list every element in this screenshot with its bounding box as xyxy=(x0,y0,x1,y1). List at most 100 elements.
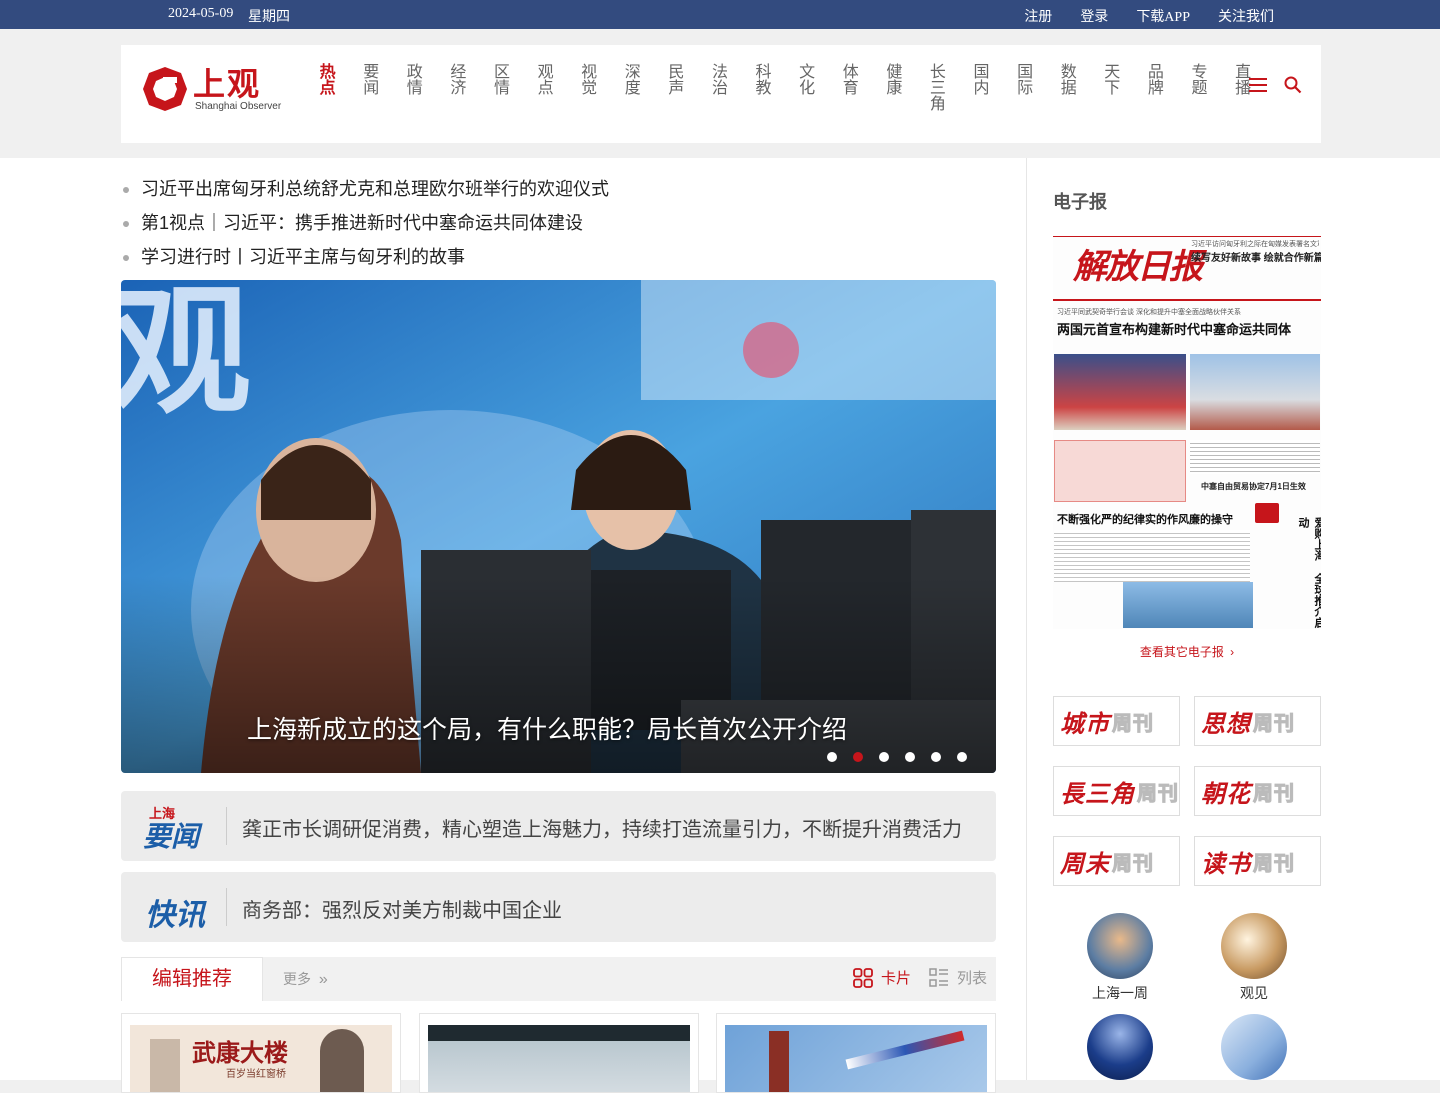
carousel-dot[interactable] xyxy=(827,752,837,762)
weekly-name: 長三角 xyxy=(1060,781,1135,808)
nav-item-world[interactable]: 天下 xyxy=(1076,63,1120,111)
headline-item[interactable]: 学习进行时丨习近平主席与匈牙利的故事 xyxy=(121,240,996,274)
register-link[interactable]: 注册 xyxy=(1024,6,1052,26)
recommend-more-link[interactable]: 更多 » xyxy=(283,969,328,989)
site-logo[interactable]: 上观 Shanghai Observer xyxy=(143,63,281,115)
nav-item-law[interactable]: 法治 xyxy=(683,63,727,111)
carousel-dots xyxy=(827,752,967,762)
epaper-text-block xyxy=(1190,440,1320,474)
nav-item-district[interactable]: 区情 xyxy=(465,63,509,111)
weekly-reading[interactable]: 读书 周刊 xyxy=(1194,836,1321,886)
card-view-toggle[interactable]: 卡片 xyxy=(853,967,911,988)
thumb-tower xyxy=(769,1031,789,1092)
carousel-dot[interactable] xyxy=(905,752,915,762)
weekly-kan: 周刊 xyxy=(1137,782,1179,805)
carousel-dot[interactable] xyxy=(957,752,967,762)
search-icon[interactable] xyxy=(1284,76,1302,94)
epaper-top-headline: 续写友好新故事 绘就合作新篇章 xyxy=(1191,253,1321,264)
recommend-card[interactable] xyxy=(716,1013,996,1093)
double-chevron-right-icon: » xyxy=(318,971,328,988)
nav-item-data[interactable]: 数据 xyxy=(1032,63,1076,111)
thumb-subtitle: 百岁当红窗桥 xyxy=(226,1069,286,1080)
guanjian-thumb xyxy=(1221,913,1287,979)
shanghai-news-bar[interactable]: 上海 要闻 龚正市长调研促消费，精心塑造上海魅力，持续打造流量引力，不断提升消费… xyxy=(121,791,996,861)
list-view-toggle[interactable]: 列表 xyxy=(929,967,987,988)
nav-item-depth[interactable]: 深度 xyxy=(596,63,640,111)
recommend-card[interactable] xyxy=(419,1013,699,1093)
carousel-caption[interactable]: 上海新成立的这个局，有什么职能？局长首次公开介绍 xyxy=(247,710,847,746)
newsbar-text[interactable]: 商务部：强烈反对美方制裁中国企业 xyxy=(242,894,562,923)
login-link[interactable]: 登录 xyxy=(1080,6,1108,26)
epaper-lower-text xyxy=(1054,530,1250,582)
other-epaper-link[interactable]: 查看其它电子报 › xyxy=(1053,643,1321,660)
tag-main: 快讯 xyxy=(145,899,205,932)
weekly-thought[interactable]: 思想 周刊 xyxy=(1194,696,1321,746)
nav-item-live[interactable]: 直播 xyxy=(1206,63,1250,111)
epaper-masthead: 解放日报 xyxy=(1073,247,1203,287)
menu-icon[interactable] xyxy=(1249,77,1267,93)
carousel-dot[interactable] xyxy=(879,752,889,762)
nav-item-politics[interactable]: 政情 xyxy=(378,63,422,111)
nav-item-science[interactable]: 科教 xyxy=(727,63,771,111)
nav-item-economy[interactable]: 经济 xyxy=(422,63,466,111)
newsbar-text[interactable]: 龚正市长调研促消费，精心塑造上海魅力，持续打造流量引力，不断提升消费活力 xyxy=(242,813,962,842)
nav-item-opinion[interactable]: 观点 xyxy=(509,63,553,111)
nav-item-visual[interactable]: 视觉 xyxy=(553,63,597,111)
headline-list: 习近平出席匈牙利总统舒尤克和总理欧尔班举行的欢迎仪式 第1视点｜习近平：携手推进… xyxy=(121,172,996,274)
download-app-link[interactable]: 下载APP xyxy=(1136,6,1190,26)
headline-item[interactable]: 第1视点｜习近平：携手推进新时代中塞命运共同体建设 xyxy=(121,206,996,240)
nav-item-culture[interactable]: 文化 xyxy=(771,63,815,111)
circle-item-4[interactable] xyxy=(1204,1014,1304,1084)
headline-item[interactable]: 习近平出席匈牙利总统舒尤克和总理欧尔班举行的欢迎仪式 xyxy=(121,172,996,206)
recommend-card[interactable]: 武康大楼 百岁当红窗桥 xyxy=(121,1013,401,1093)
weekly-kan: 周刊 xyxy=(1112,712,1154,735)
guanjian-item[interactable]: 观见 xyxy=(1204,913,1304,1003)
flash-news-bar[interactable]: 快讯 商务部：强烈反对美方制裁中国企业 xyxy=(121,872,996,942)
epaper-rule xyxy=(1053,299,1321,301)
weekly-name: 读书 xyxy=(1201,851,1251,878)
weekday-text: 星期四 xyxy=(248,10,290,25)
nav-item-domestic[interactable]: 国内 xyxy=(945,63,989,111)
epaper-lower-photo xyxy=(1123,582,1253,628)
epaper-top-small: 习近平访问匈牙利之际在匈媒发表署名文章 xyxy=(1191,241,1319,248)
card-thumbnail: 武康大楼 百岁当红窗桥 xyxy=(130,1025,392,1092)
weekly-name: 朝花 xyxy=(1201,781,1251,808)
recommend-title[interactable]: 编辑推荐 xyxy=(121,957,263,1001)
shanghai-week-item[interactable]: 上海一周 xyxy=(1070,913,1170,1003)
weekly-morning-flower[interactable]: 朝花 周刊 xyxy=(1194,766,1321,816)
weekly-yangtze-delta[interactable]: 長三角 周刊 xyxy=(1053,766,1180,816)
more-label: 更多 xyxy=(283,971,311,987)
circle-item-3[interactable] xyxy=(1070,1014,1170,1084)
list-label: 列表 xyxy=(957,970,988,987)
nav-item-brand[interactable]: 品牌 xyxy=(1119,63,1163,111)
nav-item-people[interactable]: 民声 xyxy=(640,63,684,111)
weekly-name: 思想 xyxy=(1201,711,1251,738)
nav-item-hot[interactable]: 热点 xyxy=(291,63,335,111)
circle-thumb xyxy=(1087,1014,1153,1080)
weekly-weekend[interactable]: 周末 周刊 xyxy=(1053,836,1180,886)
hero-carousel[interactable]: 观 上海新成立的这个局，有什么职能？局长首次公开介绍 xyxy=(121,280,996,773)
other-epaper-label: 查看其它电子报 xyxy=(1139,645,1224,659)
carousel-dot-active[interactable] xyxy=(853,752,863,762)
nav-item-yangtze-delta[interactable]: 长三角 xyxy=(901,63,945,111)
nav-item-sports[interactable]: 体育 xyxy=(814,63,858,111)
epaper-front-page[interactable]: 解放日报 习近平访问匈牙利之际在匈媒发表署名文章 续写友好新故事 绘就合作新篇章… xyxy=(1053,236,1321,629)
nav-item-news[interactable]: 要闻 xyxy=(335,63,379,111)
epaper-red-box xyxy=(1054,440,1186,502)
nav-item-topics[interactable]: 专题 xyxy=(1163,63,1207,111)
main-nav: 热点 要闻 政情 经济 区情 观点 视觉 深度 民声 法治 科教 文化 体育 健… xyxy=(291,63,1250,111)
epaper-photo-left xyxy=(1054,354,1186,430)
weekly-name: 城市 xyxy=(1060,711,1110,738)
nav-item-international[interactable]: 国际 xyxy=(989,63,1033,111)
carousel-dot[interactable] xyxy=(931,752,941,762)
logo-chinese: 上观 xyxy=(193,65,262,103)
chevron-right-icon: › xyxy=(1230,645,1235,659)
weekly-city[interactable]: 城市 周刊 xyxy=(1053,696,1180,746)
nav-item-health[interactable]: 健康 xyxy=(858,63,902,111)
date-text: 2024-05-09 xyxy=(168,6,234,21)
card-thumbnail xyxy=(428,1025,690,1092)
logo-english: Shanghai Observer xyxy=(195,101,282,112)
follow-us-link[interactable]: 关注我们 xyxy=(1218,6,1274,26)
circle-label: 观见 xyxy=(1240,985,1268,1001)
site-header: 上观 Shanghai Observer 热点 要闻 政情 经济 区情 观点 视… xyxy=(121,45,1321,143)
